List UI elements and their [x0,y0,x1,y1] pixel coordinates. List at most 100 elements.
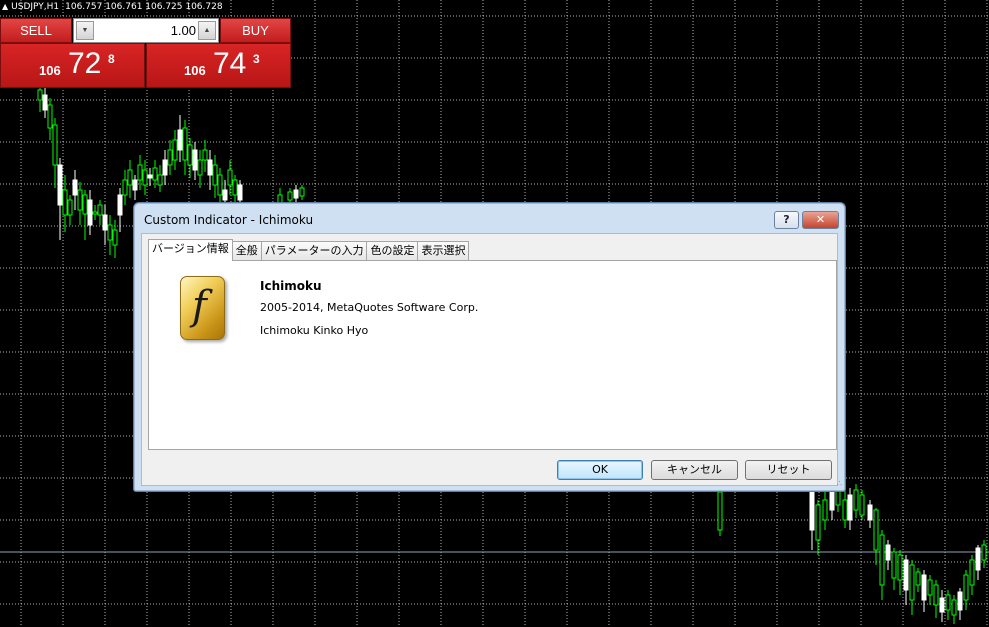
collapse-triangle-icon[interactable]: ▲ [2,0,8,13]
lot-size-box: ▼ ▲ [73,18,219,43]
buy-quote-fraction: 3 [253,52,260,66]
candle-body [202,149,208,161]
dialog-title-bar[interactable]: Custom Indicator - Ichimoku ? ✕ [134,203,845,233]
tab-strip: バージョン情報 全般 パラメーターの入力 色の設定 表示選択 [148,239,470,261]
tab-colors[interactable]: 色の設定 [366,241,419,261]
candle-body [37,89,43,101]
candle-body [62,189,68,216]
close-icon[interactable]: ✕ [802,211,839,229]
candle-body [97,204,103,216]
candle-body [142,169,148,186]
spin-down-icon[interactable]: ▼ [76,21,94,40]
chart-symbol: USDJPY,H1 [11,2,60,12]
candle-body [222,189,228,201]
candle-body [867,504,873,521]
candle-body [47,104,53,129]
candle-body [227,169,233,186]
tab-visualization[interactable]: 表示選択 [417,241,470,261]
candle-body [897,554,903,581]
chart-ohlc: 106.757 106.761 106.725 106.728 [65,2,223,12]
indicator-copyright: 2005-2014, MetaQuotes Software Corp. [260,301,479,314]
candle-body [891,551,897,579]
candle-body [147,174,153,179]
candle-body [137,164,143,181]
candle-body [172,139,178,161]
indicator-logo-icon: f [180,276,225,340]
candle-body [939,597,945,613]
candle-body [909,564,915,601]
candle-body [927,579,933,596]
candle-body [42,94,48,111]
candle-body [217,174,223,196]
candle-body [903,559,909,591]
candle-body [92,211,98,215]
candle-body [951,599,957,616]
candle-body [177,129,183,151]
candle-body [197,159,203,176]
candle-body [915,571,921,586]
dialog-body: バージョン情報 全般 パラメーターの入力 色の設定 表示選択 f Ichimok… [141,233,838,486]
candle-body [717,491,723,531]
candle-body [207,159,213,176]
candle-body [232,179,238,196]
buy-button[interactable]: BUY [220,18,291,43]
candle-body [299,187,305,197]
candle-body [963,574,969,601]
spin-up-icon[interactable]: ▲ [198,21,216,40]
candle-body [981,544,987,561]
candle-body [87,199,93,226]
candle-body [212,164,218,186]
reset-button[interactable]: リセット [745,460,832,480]
candle-body [847,494,853,521]
tab-general[interactable]: 全般 [231,241,262,261]
candle-body [57,164,63,206]
sell-quote-pips: 72 [68,47,102,80]
candle-body [933,584,939,606]
candle-body [132,179,138,191]
candle-body [102,214,108,231]
candle-body [52,124,58,166]
candle-body [72,179,78,196]
candle-body [829,491,835,511]
tab-parameters[interactable]: パラメーターの入力 [260,241,368,261]
candle-body [957,591,963,611]
custom-indicator-dialog: Custom Indicator - Ichimoku ? ✕ バージョン情報 … [133,202,846,492]
candle-body [873,509,879,551]
candle-body [975,547,981,571]
sell-quote-fraction: 8 [108,52,115,66]
one-click-trading-panel: SELL ▼ ▲ BUY 106 72 8 106 74 3 [0,18,291,88]
candle-body [969,559,975,586]
lot-size-input[interactable] [96,22,196,39]
candle-body [859,494,865,516]
candle-body [157,174,163,186]
candle-body [237,184,243,201]
candle-body [167,149,173,166]
ok-button[interactable]: OK [557,460,643,480]
tab-content-about: f Ichimoku 2005-2014, MetaQuotes Softwar… [148,260,837,450]
resize-grip-icon[interactable]: ∴ [837,480,842,488]
candle-body [152,167,158,181]
chart-header: ▲ USDJPY,H1 106.757 106.761 106.725 106.72… [2,0,223,14]
candle-body [192,149,198,171]
sell-quote[interactable]: 106 72 8 [0,43,145,88]
cancel-button[interactable]: キャンセル [651,460,738,480]
indicator-name: Ichimoku [260,279,322,293]
candle-body [287,191,293,201]
candle-body [815,504,821,541]
tab-version-info[interactable]: バージョン情報 [148,239,233,261]
candle-body [842,499,848,521]
candle-body [107,224,113,241]
buy-quote-prefix: 106 [184,63,206,78]
help-icon[interactable]: ? [774,211,799,229]
sell-quote-prefix: 106 [39,63,61,78]
candle-body [921,574,927,601]
candle-body [117,194,123,216]
sell-button[interactable]: SELL [0,18,72,43]
logo-glyph: f [192,283,207,329]
buy-quote[interactable]: 106 74 3 [146,43,291,88]
dialog-title: Custom Indicator - Ichimoku [144,213,314,227]
candle-body [127,169,133,186]
candle-body [835,489,841,506]
candle-body [162,159,168,176]
candle-body [77,189,83,211]
